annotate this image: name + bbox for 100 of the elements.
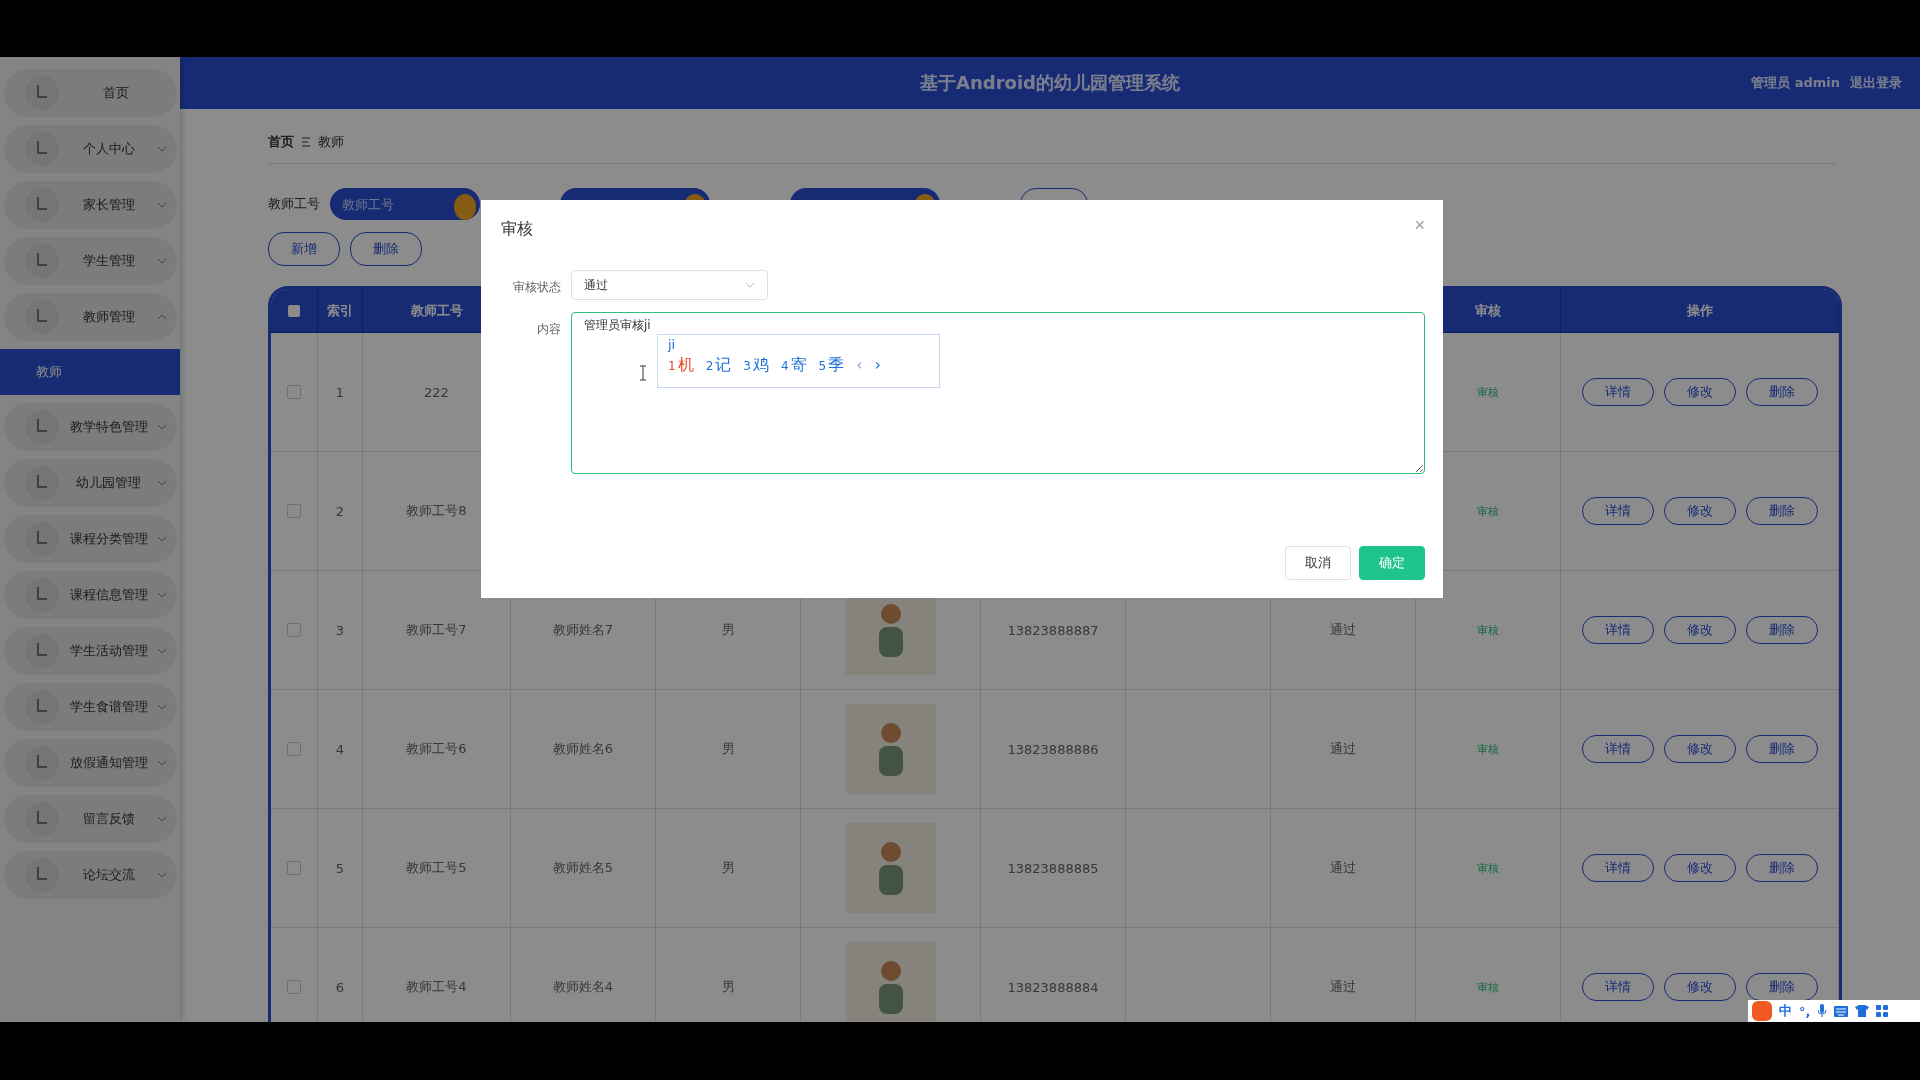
sidebar-item[interactable]: 幼儿园管理: [4, 459, 177, 507]
row-checkbox[interactable]: [287, 742, 301, 756]
text-cursor-icon: [639, 365, 647, 381]
action-button[interactable]: 删除: [350, 232, 422, 266]
sidebar-item[interactable]: 学生食谱管理: [4, 683, 177, 731]
field-label: 内容: [536, 321, 561, 338]
row-action-button[interactable]: 删除: [1745, 973, 1818, 1001]
menu-icon: [24, 75, 60, 111]
row-action-button[interactable]: 修改: [1663, 735, 1736, 763]
sidebar-item[interactable]: 课程信息管理: [4, 571, 177, 619]
ime-candidate[interactable]: 3 鸡: [743, 355, 769, 376]
sidebar-item[interactable]: 首页: [4, 69, 177, 117]
table-cell: 通过: [1271, 809, 1416, 928]
user-label: 管理员 admin: [1751, 74, 1840, 92]
row-checkbox[interactable]: [287, 504, 301, 518]
field-label: 审核状态: [512, 279, 561, 296]
menu-icon: [24, 745, 60, 781]
audit-link[interactable]: 审核: [1477, 979, 1499, 995]
sidebar-item[interactable]: 课程分类管理: [4, 515, 177, 563]
sidebar-item[interactable]: 家长管理: [4, 181, 177, 229]
row-action-button[interactable]: 修改: [1663, 854, 1736, 882]
status-select[interactable]: 通过: [571, 270, 768, 300]
shirt-icon[interactable]: [1855, 1005, 1870, 1017]
ime-punctuation[interactable]: °,: [1799, 1003, 1811, 1019]
audit-link[interactable]: 审核: [1477, 503, 1499, 519]
menu-icon: [24, 521, 60, 557]
menu-icon: [24, 243, 60, 279]
action-button[interactable]: 新增: [268, 232, 340, 266]
table-cell: 教师姓名6: [511, 690, 656, 809]
keyboard-icon[interactable]: [1834, 1005, 1849, 1017]
sidebar-subitem[interactable]: 教师: [0, 349, 180, 395]
row-checkbox[interactable]: [287, 861, 301, 875]
row-action-button[interactable]: 修改: [1663, 497, 1736, 525]
table-cell: 5: [318, 809, 363, 928]
row-action-button[interactable]: 详情: [1581, 497, 1654, 525]
chevron-icon: [745, 282, 755, 288]
sidebar-item[interactable]: 放假通知管理: [4, 739, 177, 787]
row-checkbox[interactable]: [287, 980, 301, 994]
ime-candidate[interactable]: 1 机: [668, 355, 694, 376]
row-action-button[interactable]: 详情: [1581, 735, 1654, 763]
row-action-button[interactable]: 修改: [1663, 378, 1736, 406]
row-action-button[interactable]: 详情: [1581, 854, 1654, 882]
menu-icon: [24, 409, 60, 445]
row-action-button[interactable]: 修改: [1663, 973, 1736, 1001]
table-cell: 教师工号6: [363, 690, 511, 809]
menu-icon: [24, 633, 60, 669]
ime-candidate[interactable]: 2记: [705, 355, 732, 376]
audit-link[interactable]: 审核: [1477, 741, 1499, 757]
table-cell: 1: [318, 333, 363, 452]
row-action-button[interactable]: 详情: [1581, 973, 1654, 1001]
cancel-button[interactable]: 取消: [1285, 546, 1351, 580]
sidebar-item[interactable]: 学生管理: [4, 237, 177, 285]
logout-link[interactable]: 退出登录: [1850, 74, 1902, 92]
menu-icon: [24, 801, 60, 837]
table-cell: 13823888886: [981, 690, 1126, 809]
menu-icon: [24, 689, 60, 725]
ime-logo-icon: [1752, 1001, 1772, 1021]
audit-link[interactable]: 审核: [1477, 384, 1499, 400]
row-checkbox[interactable]: [287, 385, 301, 399]
row-action-button[interactable]: 删除: [1745, 616, 1818, 644]
sidebar-item[interactable]: 留言反馈: [4, 795, 177, 843]
menu-icon: [24, 465, 60, 501]
sidebar-item[interactable]: 教学特色管理: [4, 403, 177, 451]
confirm-button[interactable]: 确定: [1359, 546, 1425, 580]
sidebar-item[interactable]: 学生活动管理: [4, 627, 177, 675]
row-action-button[interactable]: 详情: [1581, 616, 1654, 644]
table-cell: 教师姓名5: [511, 809, 656, 928]
row-action-button[interactable]: 修改: [1663, 616, 1736, 644]
app-title: 基于Android的幼儿园管理系统: [920, 71, 1180, 95]
ime-candidate[interactable]: 4 寄: [780, 355, 807, 376]
audit-link[interactable]: 审核: [1477, 622, 1499, 638]
table-cell: 2: [318, 452, 363, 571]
row-action-button[interactable]: 删除: [1745, 497, 1818, 525]
search-label: 教师工号: [268, 195, 320, 213]
breadcrumb-item: 教师: [318, 133, 344, 151]
row-action-button[interactable]: 删除: [1745, 735, 1818, 763]
breadcrumb-item[interactable]: 首页: [268, 133, 294, 151]
row-action-button[interactable]: 删除: [1745, 854, 1818, 882]
table-cell: 通过: [1271, 690, 1416, 809]
search-field[interactable]: 教师工号: [330, 188, 480, 220]
sidebar-item[interactable]: 论坛交流: [4, 851, 177, 899]
ime-composition: ji: [668, 337, 677, 354]
ime-candidate[interactable]: 5 季: [818, 355, 845, 376]
dialog-title: 审核: [501, 218, 533, 240]
grid-icon[interactable]: [1876, 1005, 1889, 1017]
sidebar-item[interactable]: 教师管理: [4, 293, 177, 341]
sidebar-item[interactable]: 个人中心: [4, 125, 177, 173]
table-cell: 13823888885: [981, 809, 1126, 928]
row-action-button[interactable]: 详情: [1581, 378, 1654, 406]
column-header: 操作: [1561, 289, 1839, 333]
separator-icon: [302, 137, 310, 147]
ime-mode[interactable]: 中: [1779, 1002, 1792, 1020]
audit-link[interactable]: 审核: [1477, 860, 1499, 876]
microphone-icon[interactable]: [1817, 1004, 1828, 1018]
row-checkbox[interactable]: [287, 623, 301, 637]
row-action-button[interactable]: 删除: [1745, 378, 1818, 406]
table-cell: 男: [656, 809, 801, 928]
ime-next-button[interactable]: ›: [874, 355, 881, 374]
select-all-checkbox[interactable]: [288, 304, 300, 317]
close-button[interactable]: ×: [1414, 214, 1425, 236]
